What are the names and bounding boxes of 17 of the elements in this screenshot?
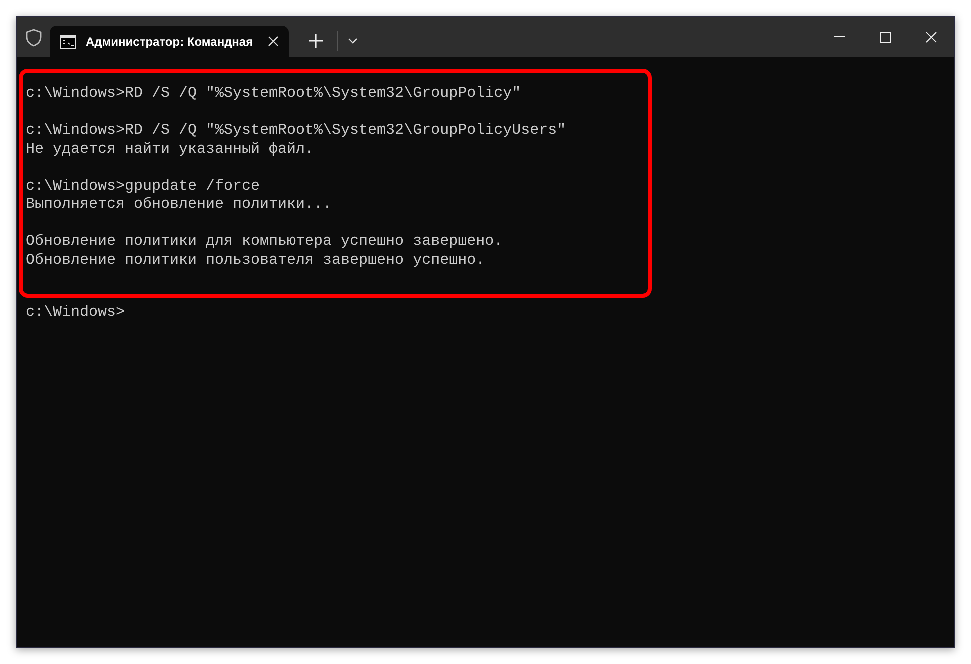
minimize-icon[interactable] <box>834 36 844 38</box>
terminal-tab[interactable]: Администратор: Командная <box>50 26 289 57</box>
terminal-line: c:\Windows>gpupdate /force <box>26 178 260 196</box>
new-tab-icon[interactable] <box>309 34 323 48</box>
command-prompt-icon <box>60 34 76 48</box>
shield-icon <box>26 29 42 47</box>
close-tab-icon[interactable] <box>268 36 279 47</box>
terminal-line: c:\Windows>RD /S /Q "%SystemRoot%\System32\GroupPolicyUsers" <box>26 122 566 140</box>
terminal-line: Обновление политики пользователя завершено успешно. <box>26 252 486 270</box>
dropdown-chevron-icon[interactable] <box>348 38 358 44</box>
terminal-line: Не удается найти указанный файл. <box>26 140 314 159</box>
close-icon[interactable] <box>926 32 936 42</box>
terminal-line: Обновление политики для компьютера успешно завершено. <box>26 233 504 252</box>
terminal-line: c:\Windows> <box>26 304 126 322</box>
terminal-line: Выполняется обновление политики... <box>26 196 332 214</box>
terminal-line: c:\Windows>RD /S /Q "%SystemRoot%\System32\GroupPolicy" <box>26 85 522 104</box>
maximize-icon[interactable] <box>880 32 890 42</box>
